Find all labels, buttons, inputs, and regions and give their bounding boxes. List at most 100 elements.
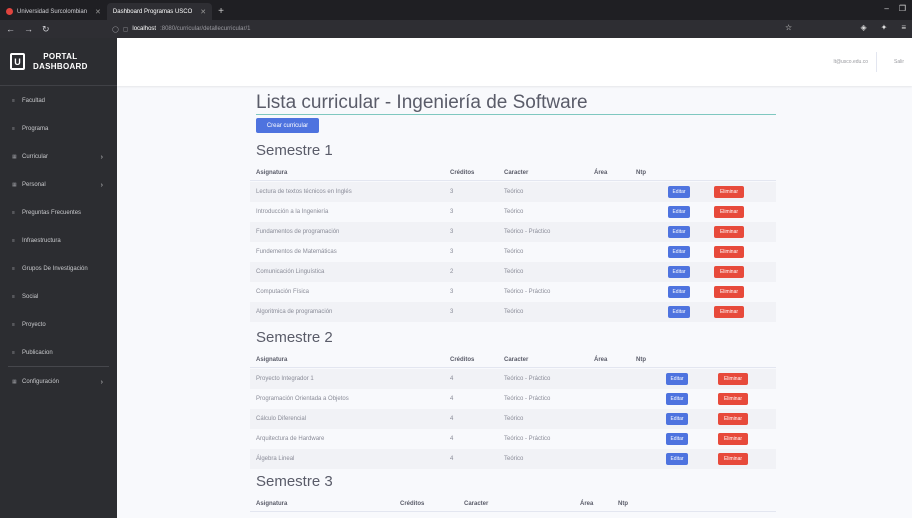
delete-button[interactable]: Eliminar (718, 373, 748, 385)
table-row: Lectura de textos técnicos en Inglés 3 Teó… (250, 182, 776, 202)
pocket-icon[interactable]: ◈ (860, 23, 866, 32)
list-icon: ≡ (12, 294, 15, 300)
sidebar-item-label: Curricular (22, 154, 49, 160)
edit-button[interactable]: Editar (666, 373, 688, 385)
favicon-icon (6, 8, 13, 15)
edit-button[interactable]: Editar (668, 286, 690, 298)
close-tab-icon[interactable]: ✕ (200, 8, 206, 16)
new-tab-icon[interactable]: + (218, 6, 224, 20)
sidebar-item-configuracion[interactable]: ▦ Configuración › (0, 375, 117, 389)
table-row: Algoritmica de programación 3 Teórico Edita… (250, 302, 776, 322)
edit-button[interactable]: Editar (666, 433, 688, 445)
table-icon: ▦ (12, 379, 17, 385)
sidebar-item-personal[interactable]: ▦ Personal › (0, 178, 117, 192)
column-header-ntp: Ntp (618, 501, 628, 507)
cell-creditos: 4 (450, 376, 454, 382)
sidebar-item-label: Personal (22, 182, 46, 188)
sidebar-item-programa[interactable]: ≡ Programa (0, 122, 117, 136)
delete-button[interactable]: Eliminar (714, 186, 744, 198)
window-controls: – ❐ (884, 4, 906, 13)
delete-button[interactable]: Eliminar (714, 206, 744, 218)
delete-button[interactable]: Eliminar (718, 413, 748, 425)
url-path: :8080/curricular/detallecurricular/1 (160, 26, 251, 32)
sidebar-brand[interactable]: U PORTAL DASHBOARD (0, 38, 117, 86)
edit-button[interactable]: Editar (668, 226, 690, 238)
cell-caracter: Teórico (504, 456, 524, 462)
edit-button[interactable]: Editar (666, 453, 688, 465)
cell-caracter: Teórico - Práctico (504, 289, 551, 295)
edit-button[interactable]: Editar (668, 306, 690, 318)
minimize-icon[interactable]: – (884, 4, 888, 13)
create-curricular-button[interactable]: Crear curricular (256, 118, 319, 133)
browser-tab-bar: Universidad Surcolombian ✕ Dashboard Pro… (0, 0, 912, 20)
edit-button[interactable]: Editar (668, 246, 690, 258)
extensions-icon[interactable]: ✦ (881, 23, 888, 32)
reload-icon[interactable]: ↻ (42, 24, 50, 35)
logout-link[interactable]: Salir (894, 59, 904, 65)
cell-caracter: Teórico - Práctico (504, 436, 551, 442)
tab-label: Dashboard Programas USCO (112, 8, 193, 15)
sidebar-item-preguntas[interactable]: ≡ Preguntas Frecuentes (0, 206, 117, 220)
close-tab-icon[interactable]: ✕ (95, 8, 101, 16)
list-icon: ≡ (12, 266, 15, 272)
edit-button[interactable]: Editar (666, 413, 688, 425)
table-row: Comunicación Linguística 2 Teórico Editar El… (250, 262, 776, 282)
sidebar-item-infraestructura[interactable]: ≡ Infraestructura (0, 234, 117, 248)
cell-creditos: 2 (450, 269, 454, 275)
sidebar-item-proyecto[interactable]: ≡ Proyecto (0, 318, 117, 332)
sidebar-item-facultad[interactable]: ≡ Facultad (0, 94, 117, 108)
list-icon: ≡ (12, 238, 15, 244)
cell-creditos: 4 (450, 416, 454, 422)
delete-button[interactable]: Eliminar (718, 393, 748, 405)
table-icon: ▦ (12, 154, 17, 160)
column-header-asignatura: Asignatura (256, 501, 288, 507)
table-row: Fundamentos de programación 3 Teórico - Pr… (250, 222, 776, 242)
main-content: Lista curricular - Ingeniería de Softwar… (117, 86, 912, 518)
column-header-caracter: Caracter (504, 357, 529, 363)
delete-button[interactable]: Eliminar (718, 433, 748, 445)
table-row: Arquitectura de Hardware 4 Teórico - Práct… (250, 429, 776, 449)
cell-asignatura: Arquitectura de Hardware (256, 436, 325, 442)
column-header-area: Área (580, 501, 594, 507)
sidebar-item-grupos[interactable]: ≡ Grupos De Investigación (0, 262, 117, 276)
url-bar[interactable]: ◯ ▢ localhost:8080/curricular/detallecur… (112, 26, 250, 33)
delete-button[interactable]: Eliminar (714, 286, 744, 298)
delete-button[interactable]: Eliminar (714, 246, 744, 258)
table-row: Cálculo Diferencial 4 Teórico Editar Elimina… (250, 409, 776, 429)
edit-button[interactable]: Editar (666, 393, 688, 405)
column-header-ntp: Ntp (636, 357, 646, 363)
delete-button[interactable]: Eliminar (714, 226, 744, 238)
delete-button[interactable]: Eliminar (718, 453, 748, 465)
browser-tab-2[interactable]: Dashboard Programas USCO ✕ (106, 3, 213, 20)
column-header-area: Área (594, 170, 608, 176)
cell-asignatura: Fundementos de Matemáticas (256, 249, 337, 255)
column-header-area: Área (594, 357, 608, 363)
table-icon: ▦ (12, 182, 17, 188)
menu-icon[interactable]: ≡ (901, 23, 906, 32)
sidebar-item-publicacion[interactable]: ≡ Publicacion (0, 346, 117, 360)
sidebar-item-social[interactable]: ≡ Social (0, 290, 117, 304)
maximize-icon[interactable]: ❐ (899, 4, 906, 13)
column-header-creditos: Créditos (450, 170, 475, 176)
sidebar: U PORTAL DASHBOARD ≡ Facultad ≡ Programa ▦… (0, 38, 117, 518)
sidebar-item-curricular[interactable]: ▦ Curricular › (0, 150, 117, 164)
cell-creditos: 4 (450, 396, 454, 402)
delete-button[interactable]: Eliminar (714, 306, 744, 318)
cell-asignatura: Cálculo Diferencial (256, 416, 307, 422)
user-email[interactable]: lt@usco.edu.co (833, 59, 868, 65)
browser-tab-1[interactable]: Universidad Surcolombian ✕ (0, 3, 107, 20)
column-header-asignatura: Asignatura (256, 357, 288, 363)
edit-button[interactable]: Editar (668, 206, 690, 218)
topbar: lt@usco.edu.co Salir (117, 38, 912, 86)
sidebar-divider (8, 366, 109, 367)
forward-icon[interactable]: → (24, 24, 33, 35)
edit-button[interactable]: Editar (668, 186, 690, 198)
bookmark-star-icon[interactable]: ☆ (785, 23, 792, 32)
list-icon: ≡ (12, 350, 15, 356)
column-header-caracter: Caracter (464, 501, 489, 507)
back-icon[interactable]: ← (6, 24, 15, 35)
delete-button[interactable]: Eliminar (714, 266, 744, 278)
cell-caracter: Teórico (504, 416, 524, 422)
edit-button[interactable]: Editar (668, 266, 690, 278)
cell-creditos: 3 (450, 289, 454, 295)
